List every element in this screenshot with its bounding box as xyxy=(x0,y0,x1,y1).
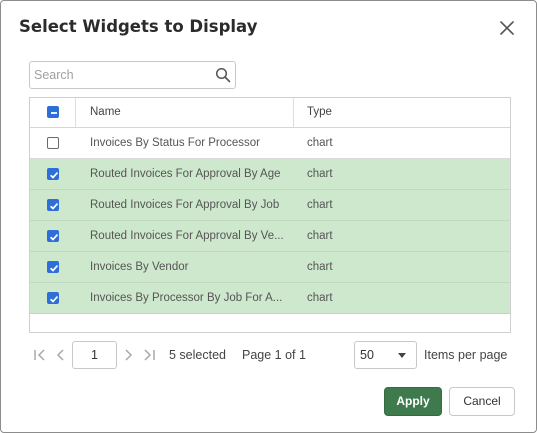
row-checkbox[interactable] xyxy=(47,261,59,273)
search-box xyxy=(29,61,236,89)
items-per-page-value: 50 xyxy=(360,348,374,362)
row-checkbox[interactable] xyxy=(47,292,59,304)
table-row[interactable]: Routed Invoices For Approval By Ve... ch… xyxy=(30,221,510,252)
widget-type: chart xyxy=(307,230,333,242)
column-separator xyxy=(75,98,76,127)
table-row[interactable]: Routed Invoices For Approval By Job char… xyxy=(30,190,510,221)
search-icon[interactable] xyxy=(215,67,231,83)
select-widgets-dialog: Select Widgets to Display Name Type Invo… xyxy=(0,0,537,433)
select-all-checkbox[interactable] xyxy=(47,106,59,118)
grid-header: Name Type xyxy=(30,98,510,128)
column-separator xyxy=(293,98,294,127)
last-page-icon[interactable] xyxy=(142,348,156,362)
widgets-grid: Name Type Invoices By Status For Process… xyxy=(29,97,511,333)
table-row[interactable]: Invoices By Vendor chart xyxy=(30,252,510,283)
pagination-bar: 5 selected Page 1 of 1 50 Items per page xyxy=(1,341,537,369)
row-checkbox[interactable] xyxy=(47,199,59,211)
widget-type: chart xyxy=(307,168,333,180)
close-icon[interactable] xyxy=(497,18,517,38)
widget-type: chart xyxy=(307,292,333,304)
widget-type: chart xyxy=(307,137,333,149)
widget-name: Routed Invoices For Approval By Ve... xyxy=(90,230,284,242)
page-indicator: Page 1 of 1 xyxy=(242,348,306,362)
widget-type: chart xyxy=(307,261,333,273)
widget-name: Invoices By Vendor xyxy=(90,261,189,273)
items-per-page-select[interactable]: 50 xyxy=(354,341,417,369)
search-input[interactable] xyxy=(34,66,204,84)
page-number-input[interactable] xyxy=(72,341,117,369)
row-checkbox[interactable] xyxy=(47,230,59,242)
dialog-title: Select Widgets to Display xyxy=(19,17,258,36)
chevron-down-icon xyxy=(398,353,406,358)
selected-count: 5 selected xyxy=(169,348,226,362)
first-page-icon[interactable] xyxy=(33,348,47,362)
widget-name: Invoices By Status For Processor xyxy=(90,137,261,149)
table-row[interactable]: Invoices By Processor By Job For A... ch… xyxy=(30,283,510,314)
items-per-page-label: Items per page xyxy=(424,348,508,362)
cancel-button[interactable]: Cancel xyxy=(449,387,515,416)
widget-name: Invoices By Processor By Job For A... xyxy=(90,292,283,304)
apply-button[interactable]: Apply xyxy=(384,387,442,416)
table-row[interactable]: Routed Invoices For Approval By Age char… xyxy=(30,159,510,190)
next-page-icon[interactable] xyxy=(121,348,135,362)
widget-name: Routed Invoices For Approval By Age xyxy=(90,168,281,180)
table-row[interactable]: Invoices By Status For Processor chart xyxy=(30,128,510,159)
column-header-type[interactable]: Type xyxy=(307,98,332,127)
column-header-name[interactable]: Name xyxy=(90,98,121,127)
previous-page-icon[interactable] xyxy=(54,348,68,362)
widget-type: chart xyxy=(307,199,333,211)
row-checkbox[interactable] xyxy=(47,137,59,149)
row-checkbox[interactable] xyxy=(47,168,59,180)
widget-name: Routed Invoices For Approval By Job xyxy=(90,199,280,211)
